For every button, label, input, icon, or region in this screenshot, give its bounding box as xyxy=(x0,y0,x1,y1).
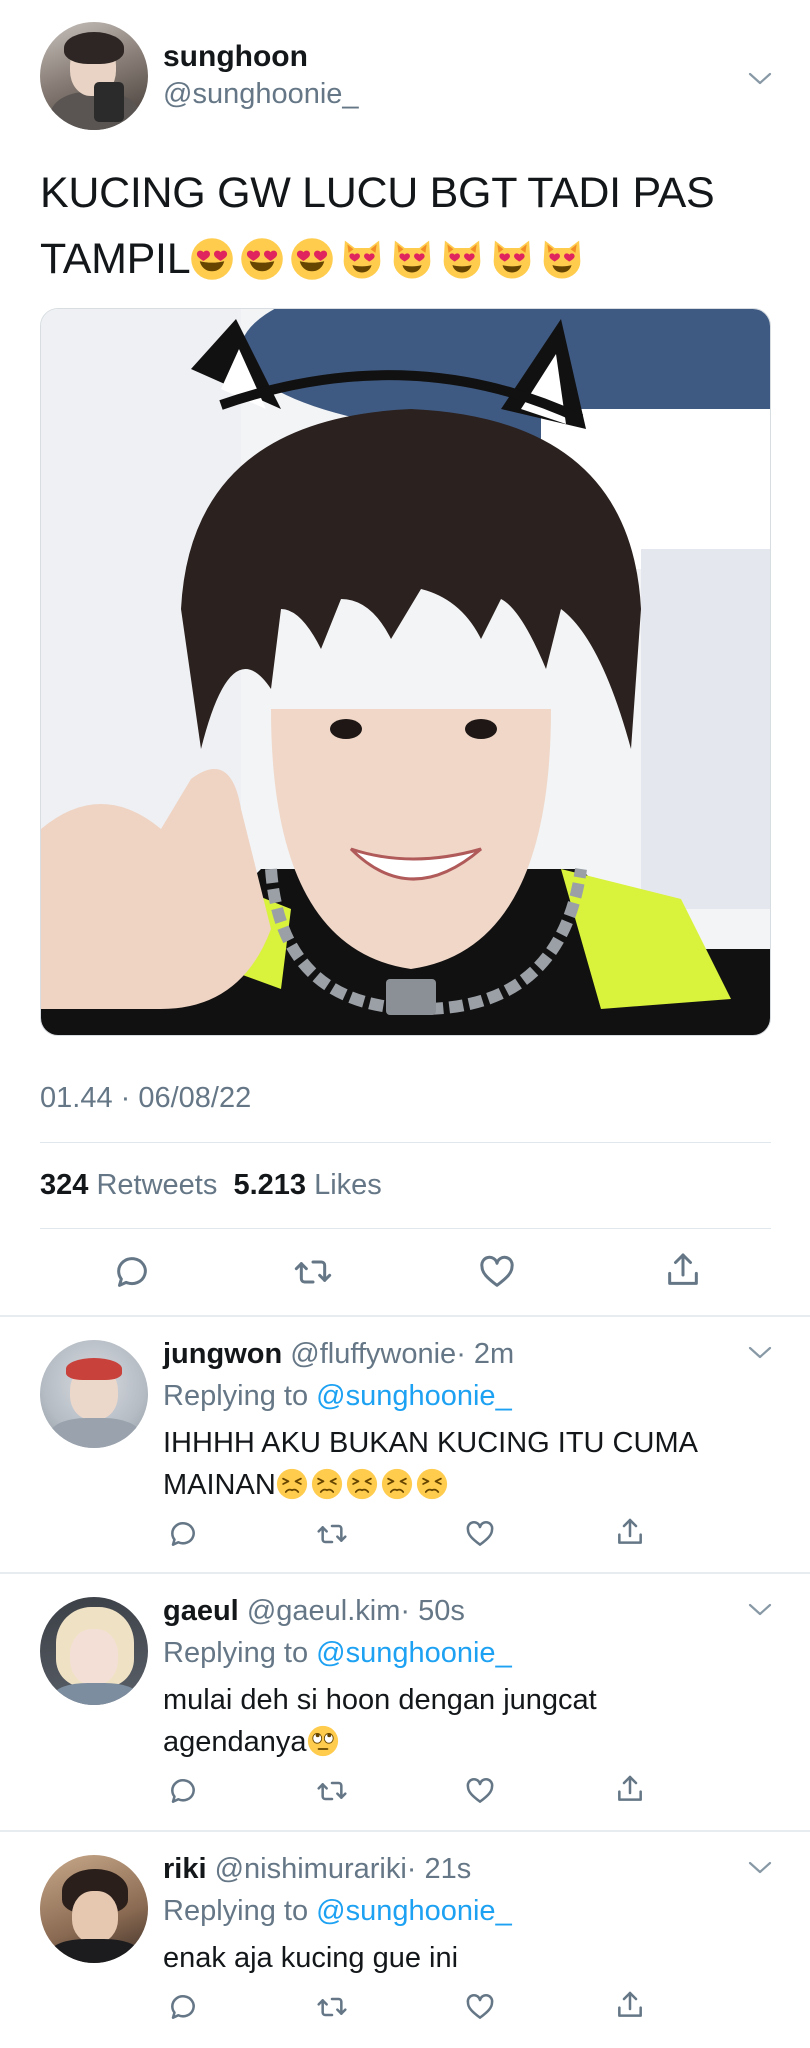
reply-header: jungwon @fluffywonie· 2m xyxy=(163,1338,514,1371)
divider xyxy=(0,1315,810,1317)
reply-icon[interactable] xyxy=(167,1518,199,1550)
replying-to-label: Replying to xyxy=(163,1637,309,1669)
reply-emojis xyxy=(276,1468,451,1501)
heart-eyes-cat-emoji xyxy=(540,234,584,300)
persevering-face-emoji xyxy=(276,1468,308,1512)
reply-tweet[interactable]: gaeul @gaeul.kim· 50s Replying to @sungh… xyxy=(0,1575,810,1833)
persevering-face-emoji xyxy=(346,1468,378,1512)
tweet-emojis xyxy=(190,235,590,283)
tweet-stats: 324 Retweets 5.213 Likes xyxy=(40,1169,382,1202)
persevering-face-emoji xyxy=(416,1468,448,1512)
reply-text: mulai deh si hoon dengan jungcat agendan… xyxy=(163,1679,783,1769)
reply-header: riki @nishimurariki· 21s xyxy=(163,1853,471,1886)
reply-tweet[interactable]: riki @nishimurariki· 21s Replying to @su… xyxy=(0,1833,810,2048)
reply-author-name[interactable]: gaeul xyxy=(163,1595,239,1627)
avatar[interactable] xyxy=(40,1855,148,1963)
heart-eyes-emoji xyxy=(190,234,234,300)
like-count[interactable]: 5.213 xyxy=(233,1169,306,1201)
share-icon[interactable] xyxy=(614,1516,646,1548)
replying-to: Replying to @sunghoonie_ xyxy=(163,1895,512,1928)
reply-emojis xyxy=(307,1725,342,1758)
replying-to: Replying to @sunghoonie_ xyxy=(163,1380,512,1413)
retweet-icon[interactable] xyxy=(293,1252,333,1292)
reply-author-name[interactable]: jungwon xyxy=(163,1338,282,1370)
chevron-down-icon[interactable] xyxy=(748,72,772,86)
divider xyxy=(40,1228,771,1229)
heart-eyes-cat-emoji xyxy=(390,234,434,300)
heart-eyes-emoji xyxy=(290,234,334,300)
reply-time: · 50s xyxy=(400,1595,465,1627)
heart-eyes-cat-emoji xyxy=(440,234,484,300)
main-tweet: sunghoon @sunghoonie_ KUCING GW LUCU BGT… xyxy=(0,0,810,1318)
retweet-label[interactable]: Retweets xyxy=(96,1169,217,1201)
author-handle[interactable]: @sunghoonie_ xyxy=(163,78,359,111)
like-icon[interactable] xyxy=(477,1252,517,1292)
avatar[interactable] xyxy=(40,1340,148,1448)
reply-author-handle[interactable]: @gaeul.kim xyxy=(247,1595,401,1627)
replying-to-handle[interactable]: @sunghoonie_ xyxy=(316,1380,512,1412)
like-icon[interactable] xyxy=(464,1775,496,1807)
reply-text-line: MAINAN xyxy=(163,1469,276,1501)
eye-roll-emoji xyxy=(307,1725,339,1769)
share-icon[interactable] xyxy=(614,1989,646,2021)
reply-time: · 2m xyxy=(456,1338,515,1370)
chevron-down-icon[interactable] xyxy=(748,1603,772,1617)
divider xyxy=(40,1142,771,1143)
avatar[interactable] xyxy=(40,1597,148,1705)
reply-text: enak aja kucing gue ini xyxy=(163,1937,783,1979)
reply-icon[interactable] xyxy=(167,1991,199,2023)
reply-text-line: IHHHH AKU BUKAN KUCING ITU CUMA xyxy=(163,1427,698,1459)
author-name[interactable]: sunghoon xyxy=(163,40,308,74)
persevering-face-emoji xyxy=(311,1468,343,1512)
avatar[interactable] xyxy=(40,22,148,130)
tweet-photo[interactable] xyxy=(40,308,771,1036)
like-icon[interactable] xyxy=(464,1518,496,1550)
retweet-icon[interactable] xyxy=(316,1775,348,1807)
divider xyxy=(0,1830,810,1832)
reply-icon[interactable] xyxy=(112,1252,152,1292)
reply-tweet[interactable]: jungwon @fluffywonie· 2m Replying to @su… xyxy=(0,1318,810,1576)
heart-eyes-cat-emoji xyxy=(490,234,534,300)
retweet-icon[interactable] xyxy=(316,1518,348,1550)
replying-to-handle[interactable]: @sunghoonie_ xyxy=(316,1895,512,1927)
share-icon[interactable] xyxy=(663,1250,703,1290)
divider xyxy=(0,1572,810,1574)
heart-eyes-emoji xyxy=(240,234,284,300)
reply-text-line: enak aja kucing gue ini xyxy=(163,1942,459,1974)
reply-time: · 21s xyxy=(406,1853,472,1885)
reply-author-name[interactable]: riki xyxy=(163,1853,207,1885)
persevering-face-emoji xyxy=(381,1468,413,1512)
retweet-icon[interactable] xyxy=(316,1991,348,2023)
chevron-down-icon[interactable] xyxy=(748,1861,772,1875)
share-icon[interactable] xyxy=(614,1773,646,1805)
reply-header: gaeul @gaeul.kim· 50s xyxy=(163,1595,465,1628)
chevron-down-icon[interactable] xyxy=(748,1346,772,1360)
heart-eyes-cat-emoji xyxy=(340,234,384,300)
reply-text-line: agendanya xyxy=(163,1726,307,1758)
replying-to-label: Replying to xyxy=(163,1380,309,1412)
replying-to: Replying to @sunghoonie_ xyxy=(163,1637,512,1670)
replying-to-handle[interactable]: @sunghoonie_ xyxy=(316,1637,512,1669)
tweet-text: KUCING GW LUCU BGT TADI PAS TAMPIL xyxy=(40,160,770,300)
like-icon[interactable] xyxy=(464,1991,496,2023)
like-label[interactable]: Likes xyxy=(314,1169,382,1201)
reply-text: IHHHH AKU BUKAN KUCING ITU CUMA MAINAN xyxy=(163,1422,783,1512)
reply-author-handle[interactable]: @nishimurariki xyxy=(215,1853,407,1885)
retweet-count[interactable]: 324 xyxy=(40,1169,88,1201)
reply-author-handle[interactable]: @fluffywonie xyxy=(290,1338,456,1370)
reply-icon[interactable] xyxy=(167,1775,199,1807)
replying-to-label: Replying to xyxy=(163,1895,309,1927)
reply-text-line: mulai deh si hoon dengan jungcat xyxy=(163,1684,597,1716)
tweet-timestamp: 01.44 · 06/08/22 xyxy=(40,1082,252,1114)
